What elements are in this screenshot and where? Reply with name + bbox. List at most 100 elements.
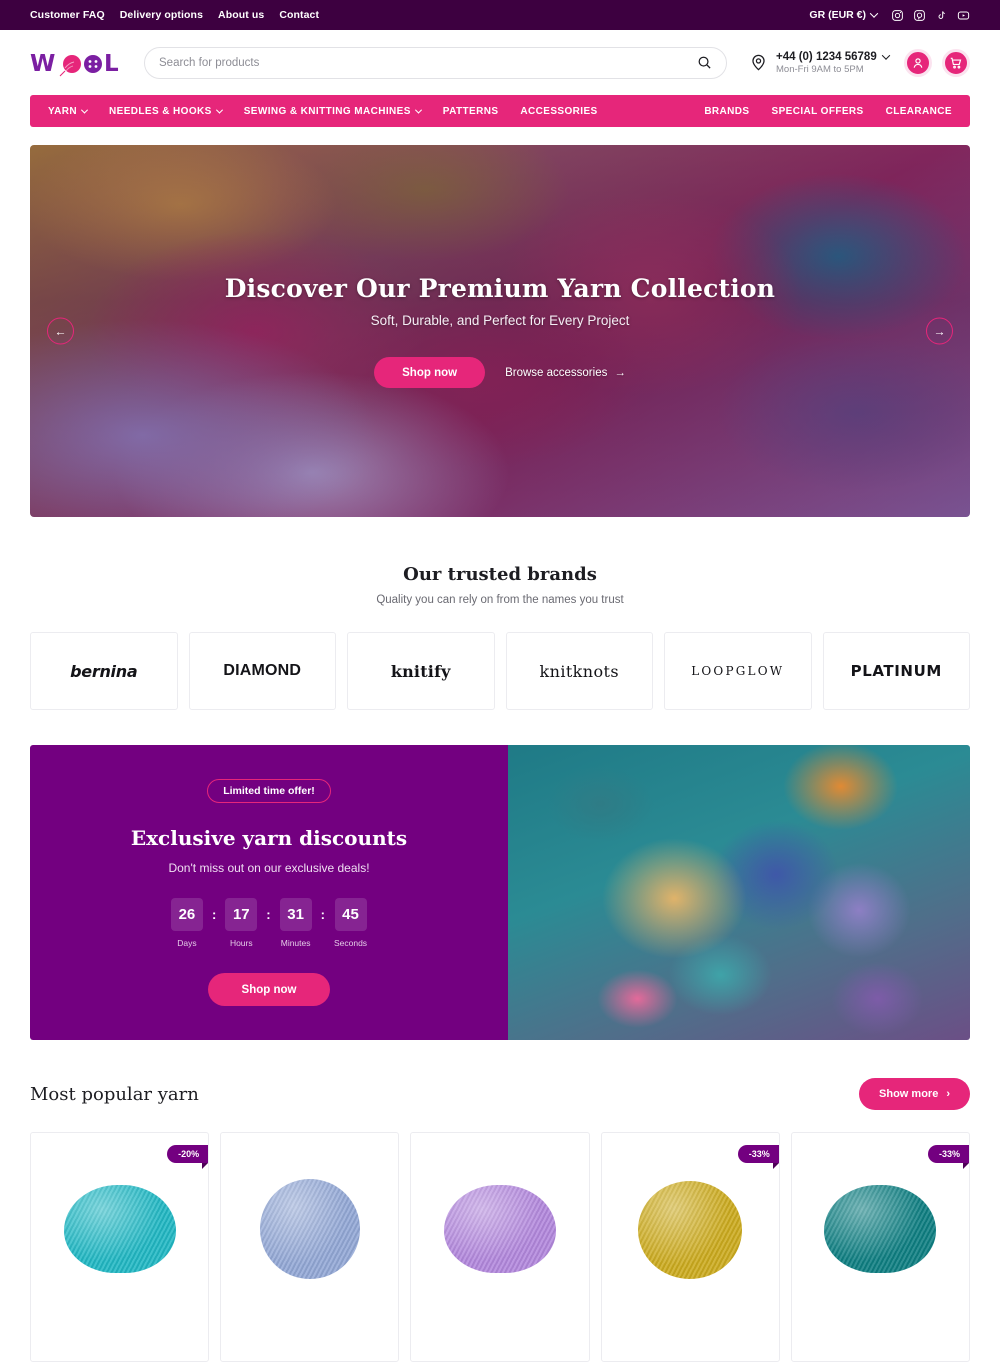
search-input[interactable] [159,56,697,69]
user-icon [913,57,923,68]
chevron-down-icon [881,50,890,60]
brand-logo-bernina: bernina [70,661,138,681]
hero-title: Discover Our Premium Yarn Collection [224,274,776,303]
discount-badge: -33% [737,1145,779,1169]
promo-banner: Limited time offer! Exclusive yarn disco… [30,745,970,1040]
topbar-link-customer-faq[interactable]: Customer FAQ [30,9,105,21]
promo-subtitle: Don't miss out on our exclusive deals! [168,861,370,875]
instagram-icon[interactable] [891,9,904,22]
svg-text:L: L [104,51,119,77]
product-card[interactable] [410,1132,590,1362]
brand-logo-platinum: PLATINUM [850,662,942,680]
brand-logo-diamond: DIAMOND [223,662,302,679]
hero-browse-accessories-link[interactable]: Browse accessories → [505,367,626,379]
product-card[interactable]: -33% [790,1132,970,1362]
topbar-link-delivery-options[interactable]: Delivery options [120,9,203,21]
site-header: W L +44 (0) 1234 56789 [0,30,1000,95]
show-more-button[interactable]: Show more › [859,1078,970,1110]
discount-badge: -20% [167,1145,209,1169]
product-image [259,1179,360,1279]
nav-item-needles-hooks[interactable]: NEEDLES & HOOKS [109,106,223,117]
countdown-separator: : [320,907,325,922]
popular-section-header: Most popular yarn Show more › [30,1078,970,1110]
search-bar[interactable] [144,46,727,79]
phone-number: +44 (0) 1234 56789 [776,50,877,63]
brand-card[interactable]: bernina [30,632,178,710]
cart-button[interactable] [942,48,970,77]
arrow-right-icon: → [614,366,626,379]
promo-shop-now-button[interactable]: Shop now [207,973,331,1006]
brands-title: Our trusted brands [403,564,597,585]
hero-shop-now-button[interactable]: Shop now [374,357,486,388]
countdown-value: 17 [225,898,258,931]
search-button[interactable] [697,55,712,70]
nav-label: YARN [48,105,78,117]
chevron-down-icon [80,106,89,114]
product-image [824,1185,937,1273]
phone-text: +44 (0) 1234 56789 Mon-Fri 9AM to 5PM [776,50,890,75]
brand-card[interactable]: knitify [347,632,495,710]
tiktok-icon[interactable] [935,9,948,22]
countdown-separator: : [266,907,271,922]
social-links [891,9,970,22]
countdown-minutes: 31 Minutes [279,898,312,948]
cart-icon [950,57,962,68]
nav-item-patterns[interactable]: PATTERNS [443,106,499,117]
brand-logo-loopglow: LOOPGLOW [691,664,785,678]
phone-block[interactable]: +44 (0) 1234 56789 Mon-Fri 9AM to 5PM [749,50,890,75]
brands-subtitle: Quality you can rely on from the names y… [376,594,624,606]
limited-time-offer-badge: Limited time offer! [207,779,331,803]
countdown-value: 31 [279,898,312,931]
trusted-brands-section: Our trusted brands Quality you can rely … [0,564,1000,710]
nav-right-group: BRANDS SPECIAL OFFERS CLEARANCE [704,106,952,117]
product-card[interactable]: -20% [30,1132,210,1362]
nav-item-special-offers[interactable]: SPECIAL OFFERS [772,106,864,117]
account-button[interactable] [904,48,932,77]
location-pin-icon [752,54,765,71]
topbar-right: GR (EUR €) [809,9,970,22]
nav-item-brands[interactable]: BRANDS [704,106,749,117]
countdown-timer: 26 Days : 17 Hours : 31 Minutes : 45 Sec… [170,898,367,948]
countdown-label: Seconds [333,938,368,948]
site-logo[interactable]: W L [30,48,126,78]
chevron-right-icon: › [946,1088,950,1100]
product-card[interactable]: -33% [600,1132,780,1362]
nav-item-accessories[interactable]: ACCESSORIES [520,106,597,117]
brand-logo-knitknots: knitknots [539,661,619,681]
youtube-icon[interactable] [957,9,970,22]
search-icon [698,56,711,69]
countdown-value: 45 [334,898,367,931]
popular-title: Most popular yarn [30,1083,199,1105]
carousel-prev-button[interactable]: ← [47,317,74,345]
header-actions [904,48,970,77]
chevron-down-icon [869,9,879,18]
nav-item-sewing-knitting-machines[interactable]: SEWING & KNITTING MACHINES [243,105,422,117]
hero-actions: Shop now Browse accessories → [374,357,626,388]
countdown-hours: 17 Hours [225,898,258,948]
main-navigation: YARN NEEDLES & HOOKS SEWING & KNITTING M… [30,95,970,127]
discount-badge: -33% [927,1145,969,1169]
show-more-label: Show more [879,1088,939,1100]
nav-item-clearance[interactable]: CLEARANCE [886,106,952,117]
countdown-seconds: 45 Seconds [334,898,367,948]
carousel-next-button[interactable]: → [926,317,953,345]
nav-label: SEWING & KNITTING MACHINES [243,105,411,117]
product-image [638,1181,743,1279]
topbar-link-about-us[interactable]: About us [218,9,264,21]
nav-item-yarn[interactable]: YARN [48,105,89,117]
promo-content: Limited time offer! Exclusive yarn disco… [30,745,508,1040]
product-card[interactable] [220,1132,400,1362]
countdown-value: 26 [170,898,203,931]
brand-card[interactable]: PLATINUM [822,632,970,710]
currency-selector[interactable]: GR (EUR €) [809,9,879,21]
topbar-link-contact[interactable]: Contact [279,9,319,21]
hero-subtitle: Soft, Durable, and Perfect for Every Pro… [370,313,630,328]
product-image [63,1185,176,1273]
currency-label: GR (EUR €) [809,9,866,21]
brand-card[interactable]: DIAMOND [188,632,336,710]
brand-card[interactable]: knitknots [505,632,653,710]
brand-card[interactable]: LOOPGLOW [664,632,812,710]
countdown-days: 26 Days [170,898,203,948]
pinterest-icon[interactable] [913,9,926,22]
wool-logo-icon: W L [30,51,119,77]
